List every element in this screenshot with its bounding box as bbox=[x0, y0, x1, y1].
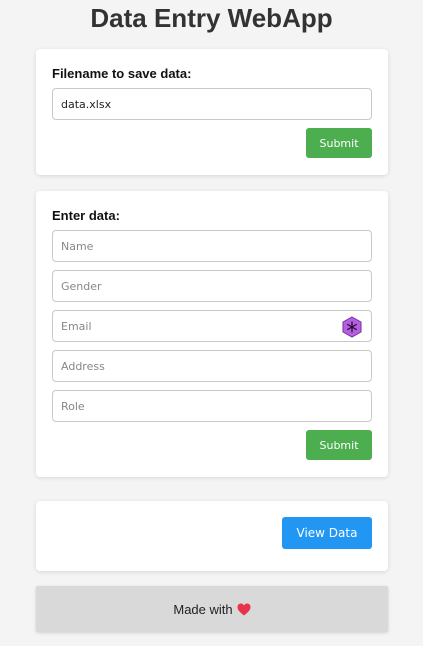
data-entry-label: Enter data: bbox=[52, 208, 120, 223]
heart-icon bbox=[237, 603, 251, 616]
filename-input[interactable] bbox=[52, 88, 372, 120]
filename-card: Filename to save data: Submit bbox=[36, 49, 388, 175]
filename-submit-button[interactable]: Submit bbox=[306, 128, 372, 158]
view-data-card: View Data bbox=[36, 501, 388, 571]
footer: Made with bbox=[36, 586, 388, 632]
data-submit-button[interactable]: Submit bbox=[306, 430, 372, 460]
filename-label: Filename to save data: bbox=[52, 66, 192, 81]
address-input[interactable] bbox=[52, 350, 372, 382]
role-input[interactable] bbox=[52, 390, 372, 422]
name-input[interactable] bbox=[52, 230, 372, 262]
data-entry-card: Enter data: Submit bbox=[36, 191, 388, 477]
gender-input[interactable] bbox=[52, 270, 372, 302]
view-data-button[interactable]: View Data bbox=[282, 517, 372, 549]
footer-text: Made with bbox=[173, 601, 233, 617]
email-input[interactable] bbox=[52, 310, 372, 342]
page-title: Data Entry WebApp bbox=[90, 3, 333, 33]
password-manager-icon[interactable] bbox=[342, 316, 362, 338]
